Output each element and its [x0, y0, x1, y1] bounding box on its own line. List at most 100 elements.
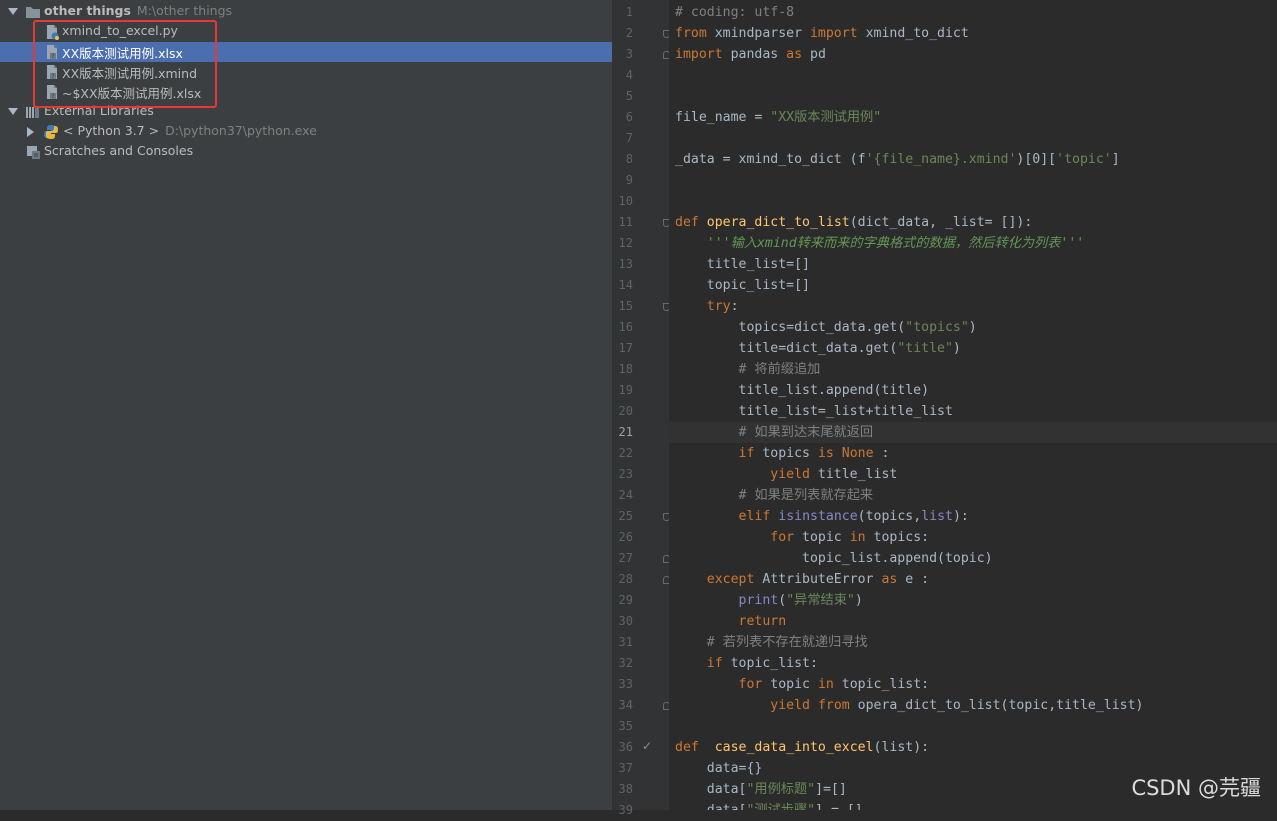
line-number[interactable]: 37 — [613, 758, 633, 779]
line-number[interactable]: 10 — [613, 191, 633, 212]
code-line[interactable]: title_list=_list+title_list — [669, 401, 1277, 422]
code-line[interactable]: title=dict_data.get("title") — [669, 338, 1277, 359]
code-line[interactable]: _data = xmind_to_dict (f'{file_name}.xmi… — [669, 149, 1277, 170]
code-line[interactable]: for topic in topics: — [669, 527, 1277, 548]
code-line[interactable]: def opera_dict_to_list(dict_data, _list=… — [669, 212, 1277, 233]
code-text: except AttributeError as e : — [706, 572, 930, 587]
code-editor[interactable]: # coding: utf-8 from xmindparser import x… — [669, 0, 1277, 810]
code-line[interactable]: topic_list=[] — [669, 275, 1277, 296]
tree-scratches[interactable]: Scratches and Consoles — [0, 142, 612, 162]
line-number[interactable]: 7 — [613, 128, 633, 149]
line-number[interactable]: 36 — [613, 737, 633, 758]
line-number[interactable]: 22 — [613, 443, 633, 464]
line-number[interactable]: 34 — [613, 695, 633, 716]
code-text: title=dict_data.get("title") — [675, 341, 961, 356]
code-line[interactable]: if topic_list: — [669, 653, 1277, 674]
tree-file-py[interactable]: xmind_to_excel.py — [0, 22, 612, 42]
line-number[interactable]: 29 — [613, 590, 633, 611]
line-number[interactable]: 26 — [613, 527, 633, 548]
code-line[interactable]: print("异常结束") — [669, 590, 1277, 611]
tree-file-xmind[interactable]: ? XX版本测试用例.xmind — [0, 62, 612, 82]
code-line[interactable]: title_list=[] — [669, 254, 1277, 275]
line-number[interactable]: 18 — [613, 359, 633, 380]
line-number[interactable]: 33 — [613, 674, 633, 695]
code-line[interactable] — [669, 128, 1277, 149]
line-number[interactable]: 20 — [613, 401, 633, 422]
line-number[interactable]: 19 — [613, 380, 633, 401]
line-number[interactable]: 13 — [613, 254, 633, 275]
expand-arrow-icon[interactable] — [8, 8, 18, 15]
expand-arrow-icon[interactable] — [8, 108, 18, 115]
line-number[interactable]: 28 — [613, 569, 633, 590]
code-line[interactable] — [669, 65, 1277, 86]
line-number[interactable]: 30 — [613, 611, 633, 632]
code-line[interactable]: return — [669, 611, 1277, 632]
line-number[interactable]: 5 — [613, 86, 633, 107]
code-line[interactable]: try: — [669, 296, 1277, 317]
code-line[interactable] — [669, 716, 1277, 737]
file-name: XX版本测试用例.xlsx — [62, 46, 183, 61]
code-text: topic_list=[] — [675, 278, 810, 293]
code-line[interactable]: # 如果是列表就存起来 — [669, 485, 1277, 506]
code-line[interactable]: for topic in topic_list: — [669, 674, 1277, 695]
code-line[interactable]: # 将前缀追加 — [669, 359, 1277, 380]
tree-python-sdk[interactable]: < Python 3.7 > D:\python37\python.exe — [0, 122, 612, 142]
line-number[interactable]: 15 — [613, 296, 633, 317]
line-number[interactable]: 3 — [613, 44, 633, 65]
code-line[interactable]: topics=dict_data.get("topics") — [669, 317, 1277, 338]
line-number[interactable]: 16 — [613, 317, 633, 338]
code-line[interactable]: title_list.append(title) — [669, 380, 1277, 401]
line-number[interactable]: 23 — [613, 464, 633, 485]
code-line[interactable]: import pandas as pd — [669, 44, 1277, 65]
line-number[interactable]: 9 — [613, 170, 633, 191]
code-line[interactable]: yield title_list — [669, 464, 1277, 485]
code-text: data["用例标题"]=[] — [675, 782, 847, 797]
line-number[interactable]: 6 — [613, 107, 633, 128]
line-number[interactable]: 31 — [613, 632, 633, 653]
line-number[interactable]: 8 — [613, 149, 633, 170]
code-line[interactable]: '''输入xmind转来而来的字典格式的数据，然后转化为列表''' — [669, 233, 1277, 254]
code-text: if topic_list: — [706, 656, 818, 671]
project-tree-panel[interactable]: other things M:\other things xmind_to_exc… — [0, 0, 612, 810]
python-icon — [43, 124, 59, 140]
tree-root-folder[interactable]: other things M:\other things — [0, 2, 612, 22]
code-line[interactable]: def case_data_into_excel(list): — [669, 737, 1277, 758]
tree-file-xlsx[interactable]: ? XX版本测试用例.xlsx — [0, 42, 612, 62]
code-text: file_name = "XX版本测试用例" — [675, 110, 882, 125]
line-number[interactable]: 4 — [613, 65, 633, 86]
line-number[interactable]: 35 — [613, 716, 633, 737]
code-line[interactable] — [669, 86, 1277, 107]
code-line[interactable]: except AttributeError as e : — [669, 569, 1277, 590]
tree-external-libraries[interactable]: External Libraries — [0, 102, 612, 122]
code-line[interactable] — [669, 191, 1277, 212]
code-line[interactable]: elif isinstance(topics,list): — [669, 506, 1277, 527]
line-number[interactable]: 25 — [613, 506, 633, 527]
code-line[interactable]: # 若列表不存在就递归寻找 — [669, 632, 1277, 653]
code-line[interactable] — [669, 170, 1277, 191]
collapse-arrow-icon[interactable] — [27, 127, 34, 137]
code-line[interactable]: # coding: utf-8 — [669, 2, 1277, 23]
line-number[interactable]: 12 — [613, 233, 633, 254]
line-number[interactable]: 1 — [613, 2, 633, 23]
code-line[interactable]: topic_list.append(topic) — [669, 548, 1277, 569]
code-text: '''输入xmind转来而来的字典格式的数据，然后转化为列表''' — [675, 236, 1085, 251]
file-name: XX版本测试用例.xmind — [62, 66, 198, 81]
line-number[interactable]: 27 — [613, 548, 633, 569]
code-line[interactable]: file_name = "XX版本测试用例" — [669, 107, 1277, 128]
editor-gutter[interactable]: 1 2 3 4 5 6 7 8 9 10 11 12 13 14 15 16 17 18 19 20 21 22 23 24 2… — [613, 0, 670, 817]
line-number[interactable]: 14 — [613, 275, 633, 296]
tree-file-temp-xlsx[interactable]: ? ~$XX版本测试用例.xlsx — [0, 82, 612, 102]
code-line[interactable]: # 如果到达末尾就返回 — [669, 422, 1277, 443]
line-number[interactable]: 24 — [613, 485, 633, 506]
code-line[interactable]: yield from opera_dict_to_list(topic,titl… — [669, 695, 1277, 716]
code-line[interactable]: from xmindparser import xmind_to_dict — [669, 23, 1277, 44]
line-number[interactable]: 17 — [613, 338, 633, 359]
line-number[interactable]: 11 — [613, 212, 633, 233]
line-number[interactable]: 38 — [613, 779, 633, 800]
line-number[interactable]: 39 — [613, 800, 633, 821]
code-text: import pandas as pd — [675, 47, 826, 62]
code-line[interactable]: if topics is None : — [669, 443, 1277, 464]
line-number[interactable]: 21 — [613, 422, 633, 443]
line-number[interactable]: 32 — [613, 653, 633, 674]
line-number[interactable]: 2 — [613, 23, 633, 44]
